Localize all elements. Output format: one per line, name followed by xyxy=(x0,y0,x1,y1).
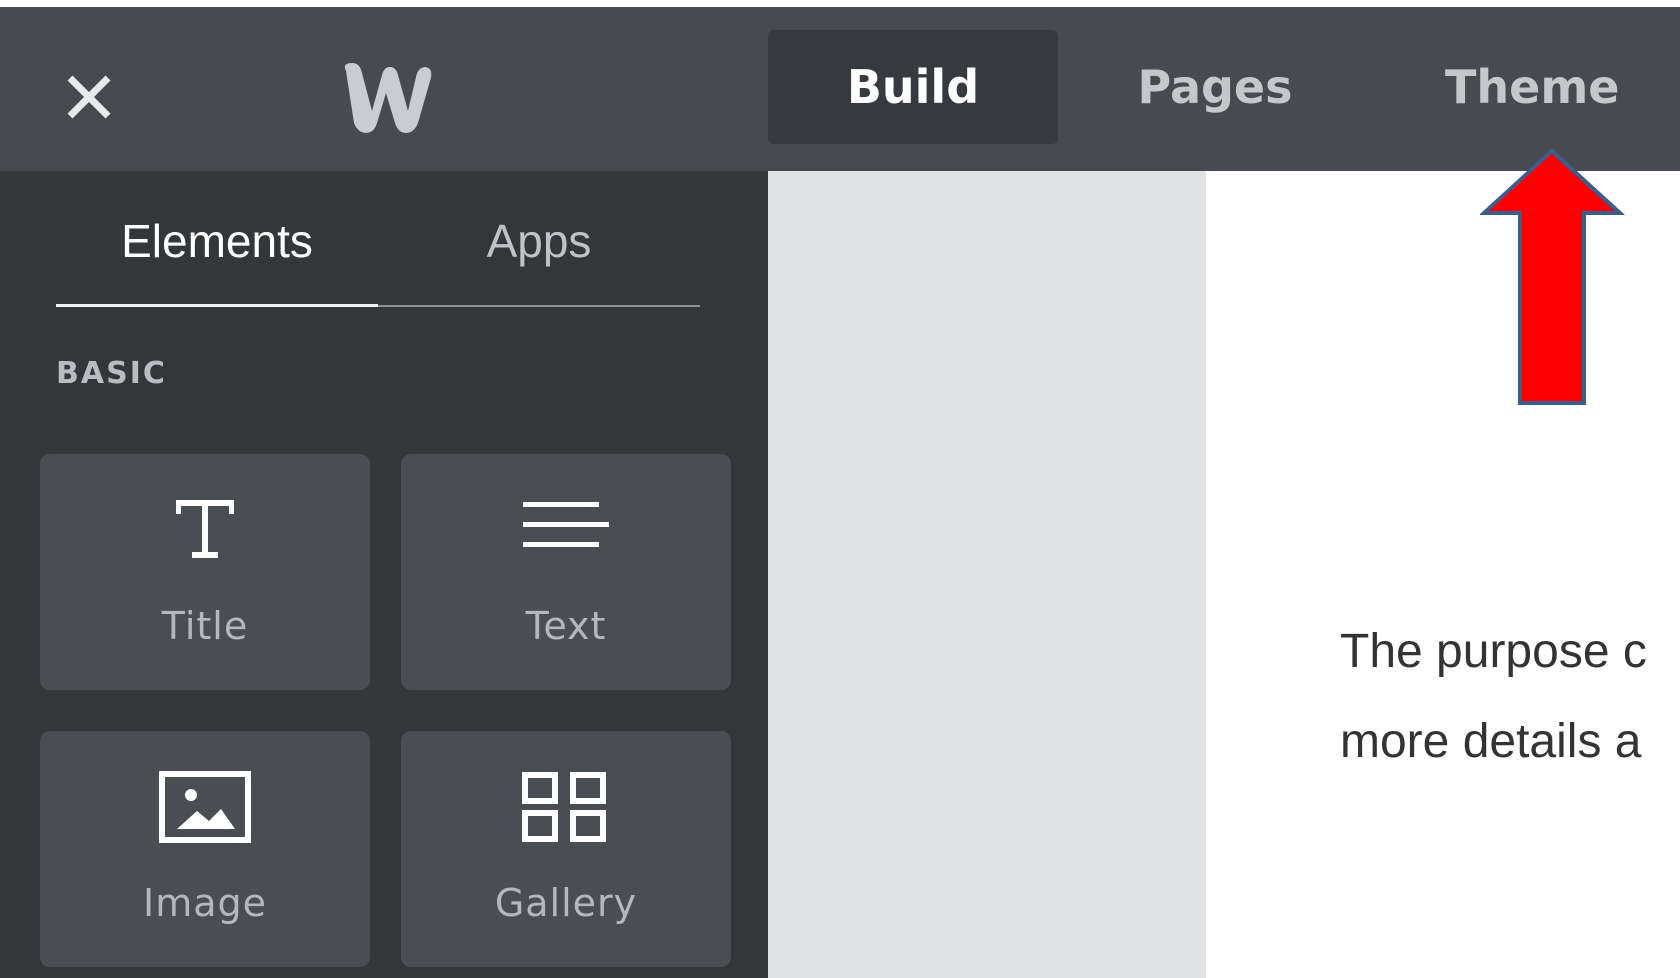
paragraph-line: more details a xyxy=(1340,715,1642,768)
element-label-image: Image xyxy=(142,881,267,925)
element-label-gallery: Gallery xyxy=(494,881,638,925)
paragraph-line: The purpose c xyxy=(1340,625,1647,678)
tab-build[interactable]: Build xyxy=(768,30,1058,144)
website-builder-window: Build Pages Theme Elements Apps BASIC Ti… xyxy=(0,7,1680,978)
element-label-title: Title xyxy=(161,604,249,648)
title-icon xyxy=(170,494,240,568)
sidebar-tab-underline xyxy=(56,304,700,307)
text-icon xyxy=(521,494,611,568)
element-tile-gallery[interactable]: Gallery xyxy=(401,731,731,967)
elements-sidebar: Elements Apps BASIC Title Text Image Gal… xyxy=(0,171,768,978)
tab-theme[interactable]: Theme xyxy=(1400,30,1680,144)
close-icon[interactable] xyxy=(64,72,114,122)
annotation-arrow-icon xyxy=(1478,147,1626,407)
weebly-logo-icon xyxy=(338,57,433,137)
image-icon xyxy=(159,771,251,847)
element-tile-title[interactable]: Title xyxy=(40,454,370,690)
page-canvas-margin xyxy=(768,171,1206,978)
gallery-icon xyxy=(521,771,611,847)
element-tile-text[interactable]: Text xyxy=(401,454,731,690)
sidebar-tab-apps[interactable]: Apps xyxy=(378,201,700,281)
element-label-text: Text xyxy=(525,604,607,648)
element-tile-image[interactable]: Image xyxy=(40,731,370,967)
top-toolbar: Build Pages Theme xyxy=(0,7,1680,171)
section-label-basic: BASIC xyxy=(56,356,167,391)
sidebar-tab-elements[interactable]: Elements xyxy=(56,201,378,281)
active-tab-indicator xyxy=(56,304,378,307)
page-paragraph[interactable]: The purpose c more details a xyxy=(1340,607,1680,814)
tab-pages[interactable]: Pages xyxy=(1090,30,1340,144)
